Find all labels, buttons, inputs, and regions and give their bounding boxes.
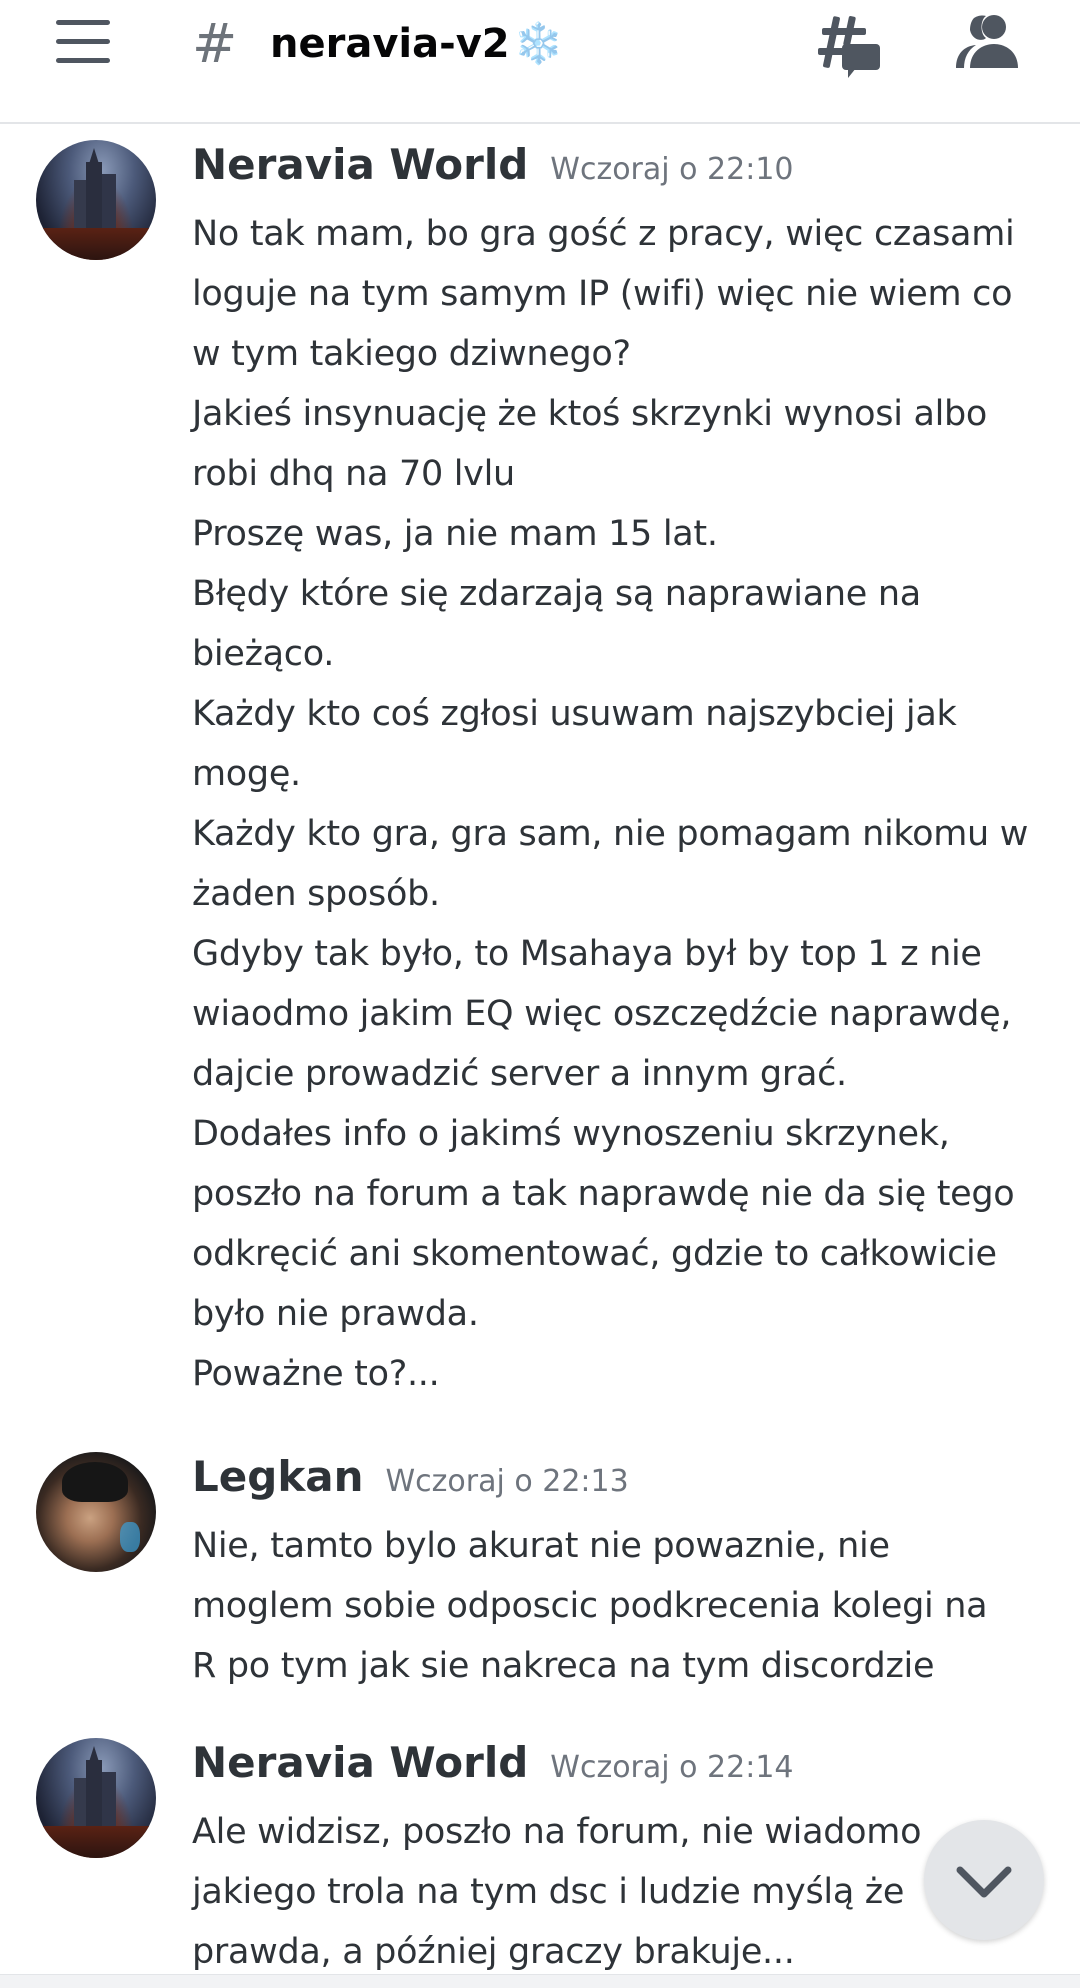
message-line: żaden sposób. — [192, 874, 440, 914]
message-line: Gdyby tak było, to Msahaya był by top 1 … — [192, 934, 982, 974]
message-line: było nie prawda. — [192, 1294, 479, 1334]
message-line: Każdy kto gra, gra sam, nie pomagam niko… — [192, 814, 1029, 854]
composer-edge — [0, 1974, 1080, 1988]
channel-hash-icon: # — [192, 12, 238, 75]
message-timestamp: Wczoraj o 22:14 — [550, 1750, 794, 1785]
message-line: mogę. — [192, 754, 301, 794]
message-line: Jakieś insynuację że ktoś skrzynki wynos… — [192, 394, 988, 434]
message-line: loguje na tym samym IP (wifi) więc nie w… — [192, 274, 1013, 314]
scroll-to-bottom-button[interactable] — [924, 1820, 1044, 1940]
message-author[interactable]: Neravia World — [192, 1738, 528, 1787]
channel-title[interactable]: neravia-v2 ❄️ — [270, 18, 563, 70]
message-author[interactable]: Neravia World — [192, 140, 528, 189]
avatar[interactable] — [36, 1738, 156, 1858]
message-line: robi dhq na 70 lvlu — [192, 454, 515, 494]
message-header: Legkan Wczoraj o 22:13 — [192, 1452, 629, 1512]
message-line: poszło na forum a tak naprawdę nie da si… — [192, 1174, 1015, 1214]
avatar[interactable] — [36, 1452, 156, 1572]
message-line: Poważne to?... — [192, 1354, 440, 1394]
channel-header: # neravia-v2 ❄️ — [0, 0, 1080, 124]
message-line: dajcie prowadzić server a innym grać. — [192, 1054, 847, 1094]
members-icon[interactable] — [952, 12, 1024, 72]
message-line: Nie, tamto bylo akurat nie powaznie, nie — [192, 1526, 890, 1566]
message-line: w tym takiego dziwnego? — [192, 334, 631, 374]
message-header: Neravia World Wczoraj o 22:14 — [192, 1738, 794, 1798]
message-timestamp: Wczoraj o 22:10 — [550, 152, 794, 187]
message-line: Dodałes info o jakimś wynoszeniu skrzyne… — [192, 1114, 950, 1154]
avatar[interactable] — [36, 140, 156, 260]
message-line: Błędy które się zdarzają są naprawiane n… — [192, 574, 921, 614]
message-list[interactable]: Neravia World Wczoraj o 22:10 No tak mam,… — [0, 124, 1080, 1974]
message-line: No tak mam, bo gra gość z pracy, więc cz… — [192, 214, 1015, 254]
message-author[interactable]: Legkan — [192, 1452, 364, 1501]
message-line: Ale widzisz, poszło na forum, nie wiadom… — [192, 1812, 922, 1852]
message-line: moglem sobie odposcic podkrecenia kolegi… — [192, 1586, 988, 1626]
message-content: Nie, tamto bylo akurat nie powaznie, nie… — [192, 1516, 1052, 1696]
message-line: prawda, a później graczy brakuje... — [192, 1932, 795, 1972]
message-content: No tak mam, bo gra gość z pracy, więc cz… — [192, 204, 1052, 1404]
message-line: Każdy kto coś zgłosi usuwam najszybciej … — [192, 694, 957, 734]
chevron-down-icon — [956, 1866, 1012, 1898]
message-header: Neravia World Wczoraj o 22:10 — [192, 140, 794, 200]
message-line: wiaodmo jakim EQ więc oszczędźcie napraw… — [192, 994, 1012, 1034]
message-line: R po tym jak sie nakreca na tym discordz… — [192, 1646, 935, 1686]
message-line: odkręcić ani skomentować, gdzie to całko… — [192, 1234, 997, 1274]
message-line: jakiego trola na tym dsc i ludzie myślą … — [192, 1872, 905, 1912]
message-content: Ale widzisz, poszło na forum, nie wiadom… — [192, 1802, 1052, 1982]
message-timestamp: Wczoraj o 22:13 — [385, 1464, 629, 1499]
channel-name: neravia-v2 — [270, 21, 510, 67]
snowflake-emoji: ❄️ — [513, 21, 564, 67]
hamburger-menu-icon[interactable] — [54, 20, 114, 64]
message-line: Proszę was, ja nie mam 15 lat. — [192, 514, 718, 554]
threads-icon[interactable] — [812, 10, 892, 80]
message-line: bieżąco. — [192, 634, 335, 674]
